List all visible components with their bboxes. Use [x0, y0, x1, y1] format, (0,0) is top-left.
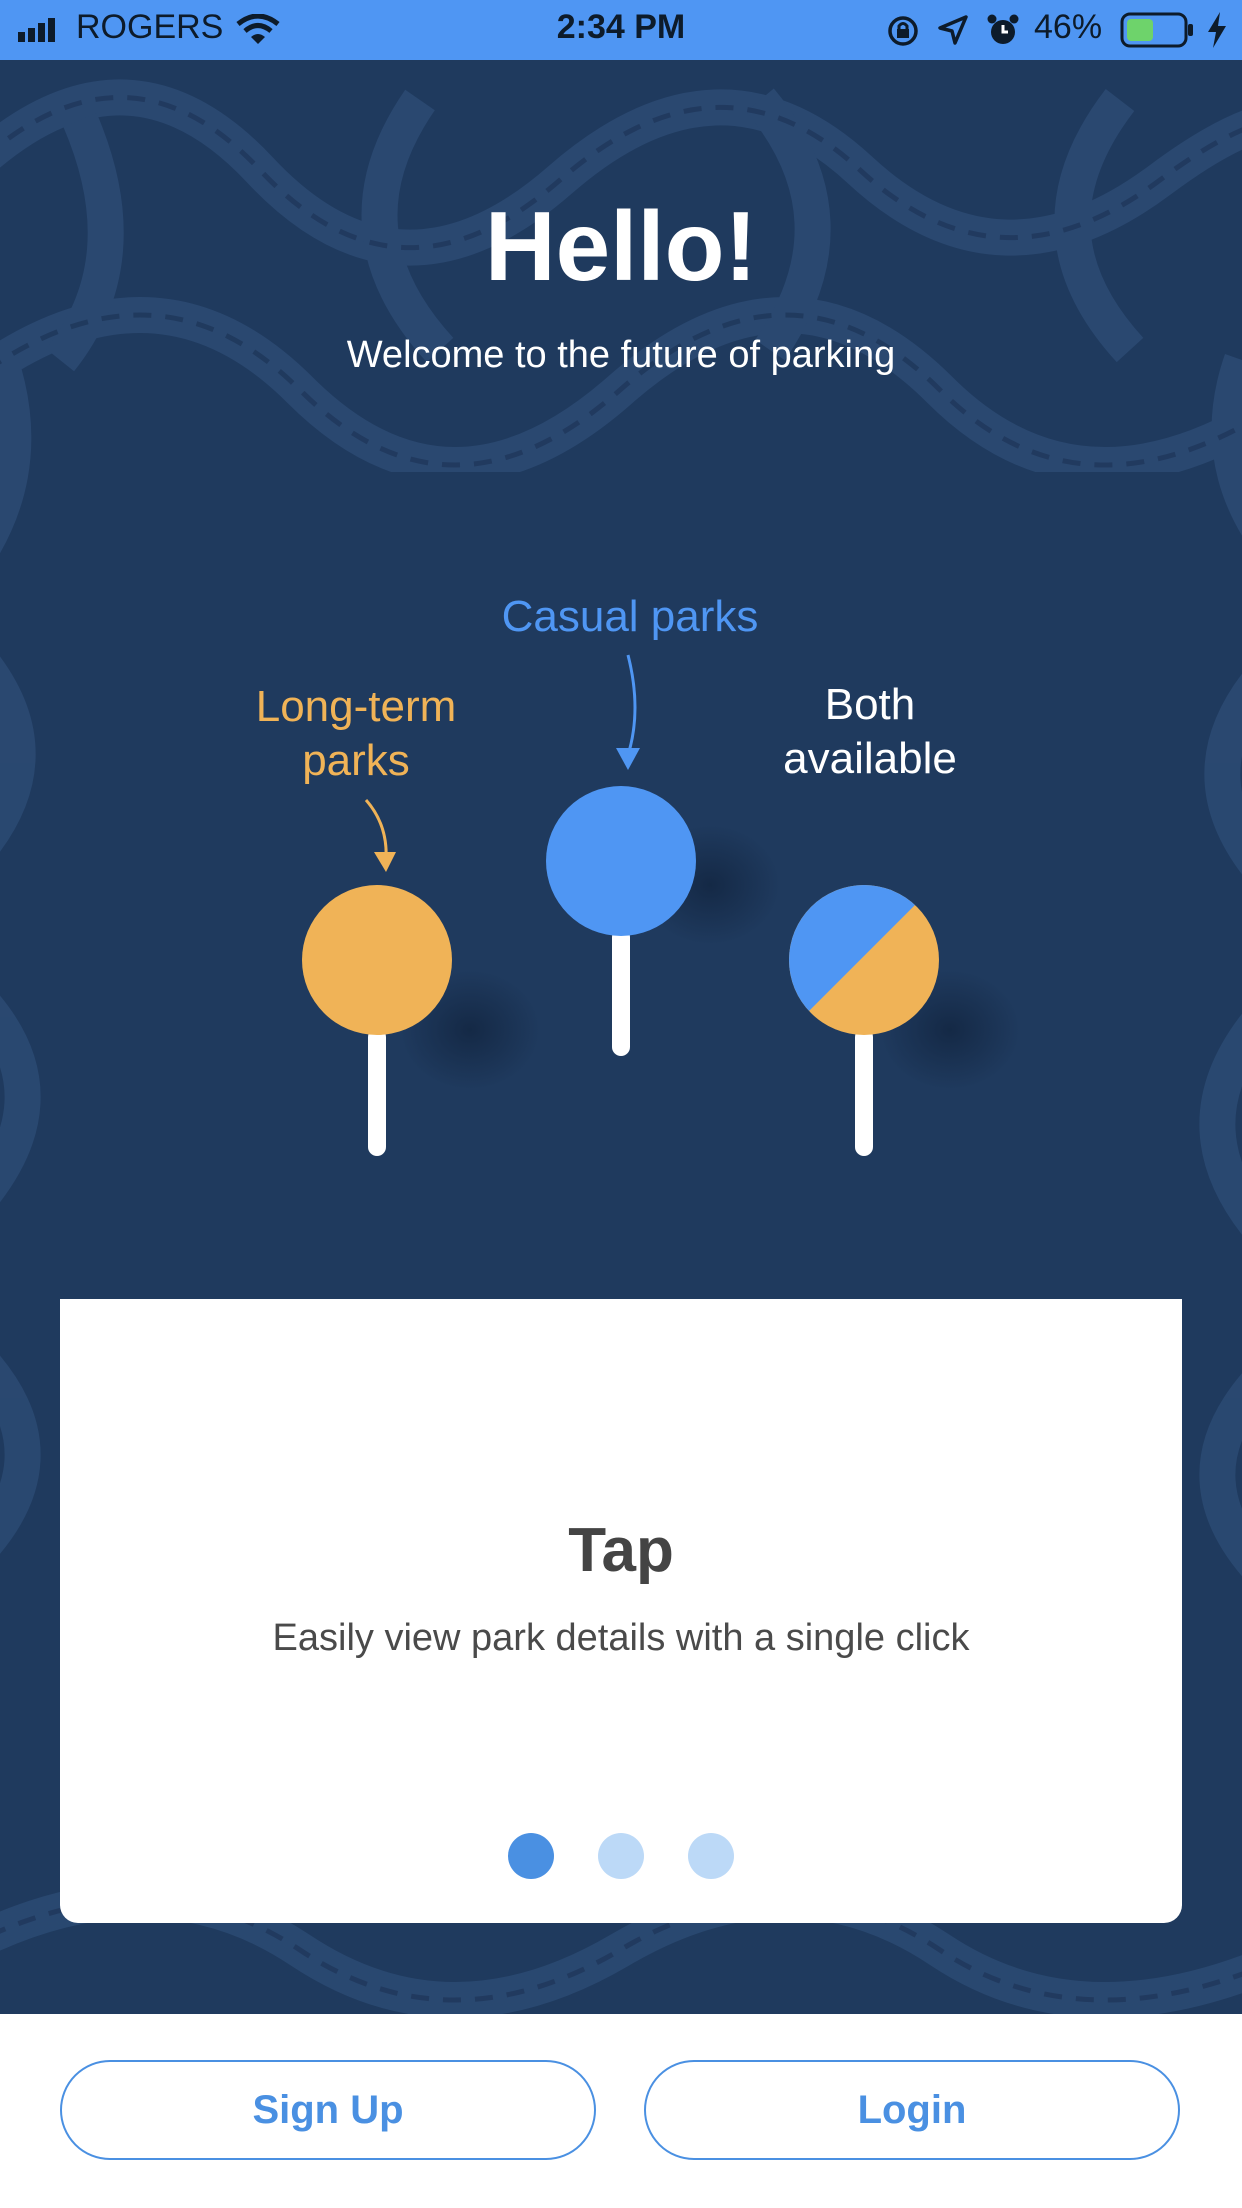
onboarding-card: Tap Easily view park details with a sing…: [60, 1299, 1182, 1923]
page-dot-3[interactable]: [688, 1833, 734, 1879]
casual-arrow-icon: [626, 654, 637, 756]
page-dot-2[interactable]: [598, 1833, 644, 1879]
card-title: Tap: [568, 1516, 674, 1585]
sign-up-button[interactable]: Sign Up: [60, 2060, 596, 2160]
pagination-dots: [60, 1833, 1182, 1879]
card-description: Easily view park details with a single c…: [272, 1617, 970, 1659]
pin-illustration: [302, 654, 1020, 1156]
bottom-action-bar: Sign Up Login: [0, 2014, 1242, 2208]
long-term-arrow-icon: [364, 799, 388, 861]
login-button[interactable]: Login: [644, 2060, 1180, 2160]
page-dot-1[interactable]: [508, 1833, 554, 1879]
